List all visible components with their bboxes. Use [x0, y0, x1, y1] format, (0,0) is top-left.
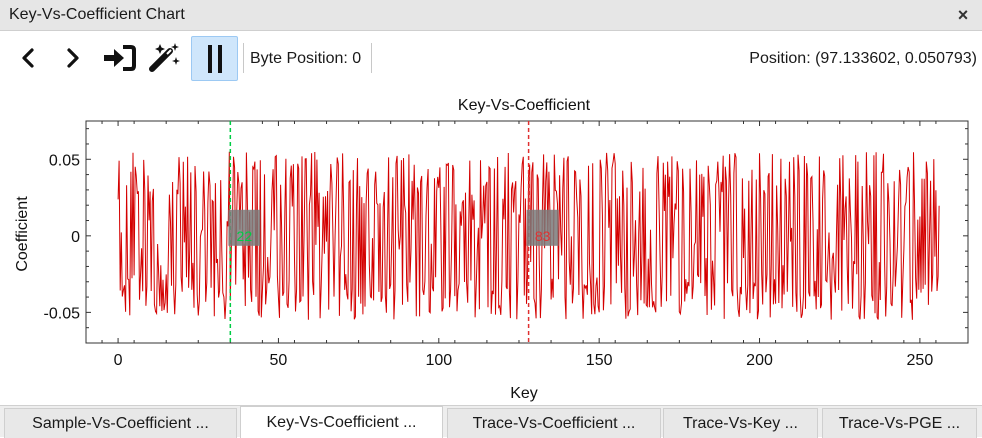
x-tick-label: 200: [746, 352, 773, 369]
key-marker-label: 22: [237, 228, 253, 244]
x-tick-label: 150: [586, 352, 613, 369]
import-button[interactable]: [101, 37, 137, 79]
key-marker-label: 83: [535, 228, 551, 244]
position-readout: Position: (97.133602, 0.050793): [749, 50, 977, 67]
chart-title: Key-Vs-Coefficient: [458, 97, 591, 114]
toolbar-separator: [243, 43, 244, 73]
title-bar: Key-Vs-Coefficient Chart ×: [0, 0, 982, 31]
x-tick-label: 100: [425, 352, 452, 369]
y-tick-label: 0: [71, 229, 80, 246]
chevron-right-icon: [67, 48, 79, 68]
y-axis-label: Coefficient: [14, 196, 31, 272]
tab-sample-vs-coefficient[interactable]: Sample-Vs-Coefficient ...: [4, 408, 237, 438]
tab-key-vs-coefficient[interactable]: Key-Vs-Coefficient ...: [240, 406, 443, 438]
chevron-left-icon: [22, 48, 34, 68]
tab-trace-vs-coefficient[interactable]: Trace-Vs-Coefficient ...: [447, 408, 661, 438]
byte-position-label: Byte Position: 0: [250, 50, 362, 67]
y-tick-label: -0.05: [44, 305, 81, 322]
previous-button[interactable]: [11, 37, 47, 79]
x-tick-label: 50: [270, 352, 288, 369]
toolbar-separator: [371, 43, 372, 73]
sign-in-icon: [104, 45, 136, 71]
magic-wand-button[interactable]: [147, 37, 183, 79]
tab-trace-vs-key[interactable]: Trace-Vs-Key ...: [663, 408, 818, 438]
pause-button[interactable]: [191, 36, 238, 81]
x-axis-label: Key: [510, 385, 538, 402]
y-tick-label: 0.05: [49, 152, 80, 169]
key-vs-coefficient-chart[interactable]: Key-Vs-Coefficient Coefficient Key 0 50 10…: [0, 87, 982, 405]
next-button[interactable]: [54, 37, 90, 79]
pause-icon: [207, 44, 222, 73]
magic-wand-icon: [149, 43, 180, 72]
close-icon[interactable]: ×: [952, 3, 974, 27]
x-tick-label: 250: [907, 352, 934, 369]
chart-tabs: Sample-Vs-Coefficient ... Key-Vs-Coeffic…: [0, 405, 982, 438]
window-title: Key-Vs-Coefficient Chart: [9, 6, 185, 23]
tab-trace-vs-pge[interactable]: Trace-Vs-PGE ...: [822, 408, 977, 438]
x-tick-label: 0: [114, 352, 123, 369]
chart-container[interactable]: Key-Vs-Coefficient Coefficient Key 0 50 10…: [0, 87, 982, 405]
toolbar: Byte Position: 0 Position: (97.133602, 0…: [0, 31, 982, 87]
